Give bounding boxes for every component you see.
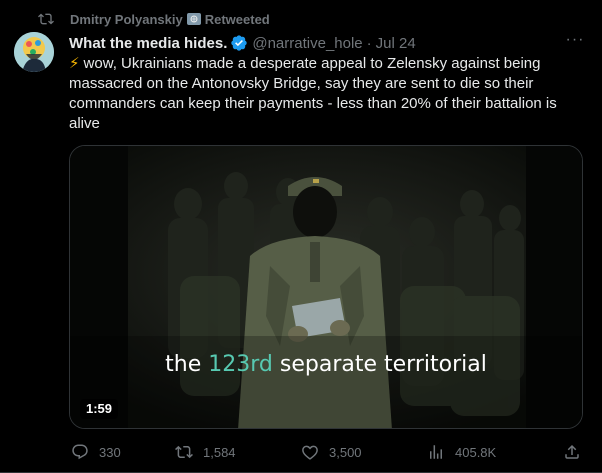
tweet-card[interactable]: Dmitry Polyanskiy Retweeted What the med…: [0, 0, 602, 473]
caption-highlight: 123rd: [208, 352, 273, 377]
retweeted-label: Retweeted: [204, 11, 270, 27]
views-count: 405.8K: [455, 444, 497, 460]
verified-badge-icon: [231, 35, 248, 51]
reply-count: 330: [99, 444, 121, 460]
avatar[interactable]: [14, 32, 54, 72]
author-handle[interactable]: @narrative_hole: [252, 35, 362, 52]
share-icon: [565, 444, 579, 459]
author-name[interactable]: What the media hides.: [69, 35, 227, 52]
video-caption: the 123rd separate territorial: [70, 352, 582, 377]
like-count: 3,500: [329, 444, 362, 460]
retweet-context: Dmitry Polyanskiy Retweeted: [38, 10, 270, 28]
tweet-date[interactable]: Jul 24: [376, 35, 416, 52]
lightning-emoji: ⚡: [69, 55, 80, 72]
video-player[interactable]: the 123rd separate territorial 1:59: [69, 145, 583, 429]
action-bar: 330 1,584 3,500 405.8K: [69, 440, 583, 464]
like-icon: [302, 445, 318, 460]
government-badge-icon: [186, 13, 201, 25]
tweet-text: ⚡ wow, Ukrainians made a desperate appeal…: [69, 54, 581, 134]
like-button[interactable]: 3,500: [301, 440, 362, 464]
caption-text-start: the: [165, 352, 209, 377]
retweeter-name[interactable]: Dmitry Polyanskiy: [70, 12, 183, 27]
views-icon: [430, 445, 442, 459]
share-button[interactable]: [563, 440, 591, 464]
video-duration: 1:59: [80, 399, 119, 419]
caption-text-end: separate territorial: [272, 352, 487, 377]
avatar-image: [14, 32, 54, 72]
views-button[interactable]: 405.8K: [427, 440, 496, 464]
retweet-icon: [38, 13, 54, 25]
tweet-body: wow, Ukrainians made a desperate appeal …: [69, 55, 557, 132]
retweet-count: 1,584: [203, 444, 236, 460]
more-icon[interactable]: ···: [564, 32, 586, 53]
reply-icon: [72, 444, 88, 460]
reply-button[interactable]: 330: [71, 440, 121, 464]
tweet-header: What the media hides. @narrative_hole · …: [69, 33, 588, 53]
retweet-button[interactable]: 1,584: [175, 440, 236, 464]
video-frame: [70, 146, 582, 428]
separator-dot: ·: [366, 34, 372, 52]
retweet-action-icon: [175, 445, 193, 459]
